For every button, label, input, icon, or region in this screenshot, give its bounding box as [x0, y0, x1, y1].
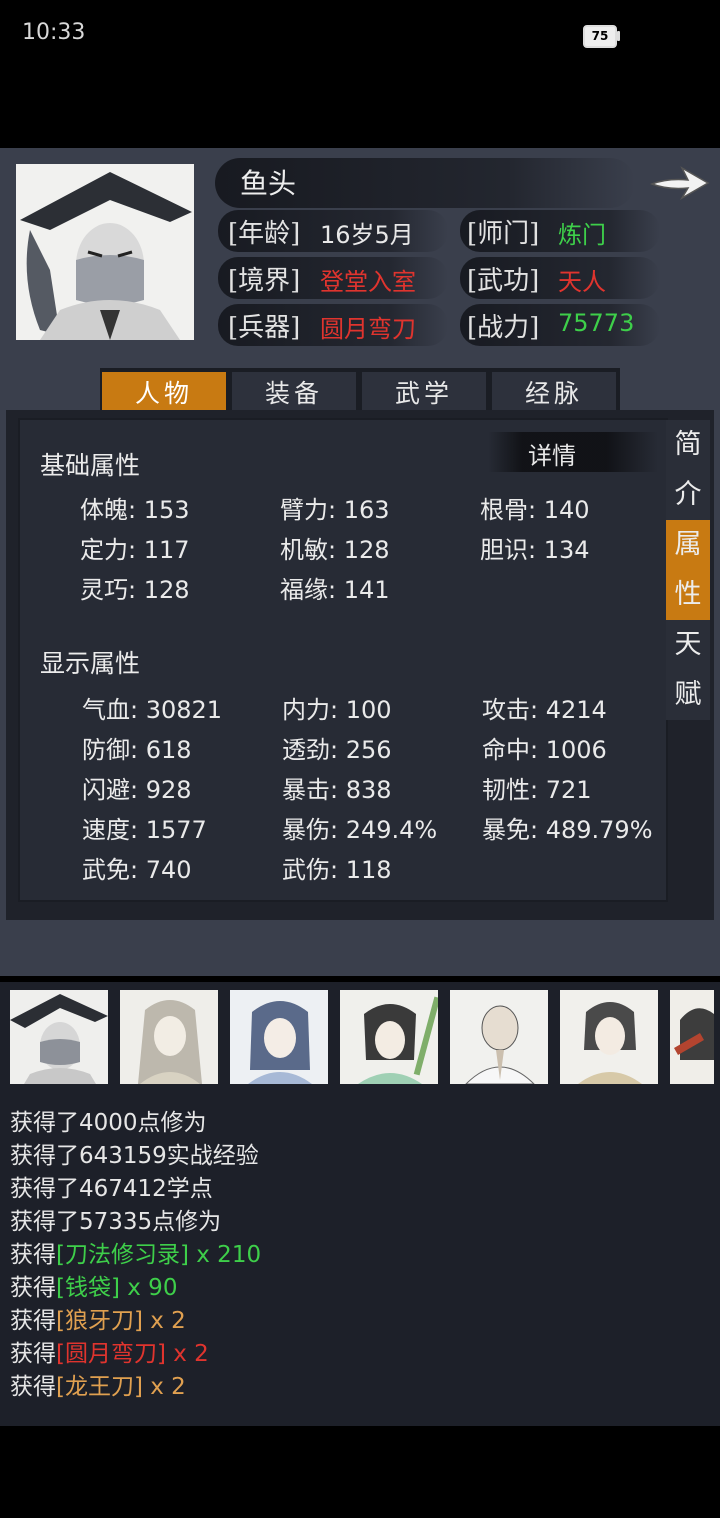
stat-penetration: 透劲: 256	[282, 736, 392, 764]
realm-label: [境界]	[228, 266, 301, 296]
character-portrait[interactable]	[10, 160, 200, 345]
party-member-5[interactable]	[450, 990, 548, 1084]
log-line: 获得了57335点修为	[10, 1209, 222, 1235]
party-member-1[interactable]	[10, 990, 108, 1084]
weapon-label: [兵器]	[228, 313, 301, 343]
portrait-image	[10, 160, 200, 345]
side-tab-talent[interactable]: 天 赋	[666, 620, 710, 720]
side-tab-intro[interactable]: 简 介	[666, 420, 710, 520]
log-prefix: 获得	[10, 1275, 56, 1301]
battery-tip	[617, 31, 620, 41]
log-item: [钱袋] x 90	[56, 1275, 178, 1301]
log-item: [龙王刀] x 2	[56, 1374, 186, 1400]
party-member-6[interactable]	[560, 990, 658, 1084]
display-attributes-title: 显示属性	[40, 649, 141, 678]
log-prefix: 获得	[10, 1341, 56, 1367]
log-item: [狼牙刀] x 2	[56, 1308, 186, 1334]
avatar	[670, 990, 714, 1084]
character-name: 鱼头	[240, 167, 297, 200]
stat-attack: 攻击: 4214	[482, 696, 607, 724]
battery-icon: 75	[583, 25, 617, 48]
stat-physique: 体魄: 153	[80, 496, 190, 524]
stat-crit: 暴击: 838	[282, 776, 392, 804]
avatar	[230, 990, 328, 1084]
side-tab-attributes-char2: 性	[674, 579, 702, 610]
log-line: 获得了4000点修为	[10, 1110, 207, 1136]
stat-bone: 根骨: 140	[480, 496, 590, 524]
stat-hp: 气血: 30821	[82, 696, 223, 724]
stat-martial-damage: 武伤: 118	[282, 856, 392, 884]
martial-value: 天人	[558, 268, 606, 296]
avatar	[450, 990, 548, 1084]
log-item: [圆月弯刀] x 2	[56, 1341, 209, 1367]
log-line: 获得[钱袋] x 90	[10, 1268, 177, 1302]
side-tab-talent-char1: 天	[674, 629, 702, 660]
stat-accuracy: 命中: 1006	[482, 736, 607, 764]
stat-courage: 胆识: 134	[480, 536, 590, 564]
side-tab-talent-char2: 赋	[674, 679, 702, 710]
log-line: 获得了467412学点	[10, 1176, 213, 1202]
avatar	[120, 990, 218, 1084]
stat-inner-power: 内力: 100	[282, 696, 392, 724]
log-line: 获得[刀法修习录] x 210	[10, 1235, 261, 1269]
stat-crit-damage: 暴伤: 249.4%	[282, 816, 438, 844]
martial-label: [武功]	[467, 266, 540, 296]
stat-speed: 速度: 1577	[82, 816, 207, 844]
side-tab-attributes-char1: 属	[674, 529, 702, 560]
stat-dexterity: 灵巧: 128	[80, 576, 190, 604]
details-button[interactable]: 详情	[528, 436, 576, 471]
side-tab-attributes[interactable]: 属 性	[666, 520, 710, 620]
stat-martial-resist: 武免: 740	[82, 856, 192, 884]
log-line: 获得[龙王刀] x 2	[10, 1367, 186, 1401]
next-arrow-icon[interactable]	[648, 162, 712, 204]
power-value: 75773	[558, 309, 635, 337]
party-member-7[interactable]	[670, 990, 714, 1084]
avatar	[340, 990, 438, 1084]
age-label: [年龄]	[228, 219, 301, 249]
power-label: [战力]	[467, 313, 540, 343]
status-bar	[0, 0, 720, 148]
log-prefix: 获得	[10, 1242, 56, 1268]
age-value: 16岁5月	[320, 221, 414, 249]
log-line: 获得[狼牙刀] x 2	[10, 1301, 186, 1335]
sect-label: [师门]	[467, 219, 540, 249]
stat-composure: 定力: 117	[80, 536, 190, 564]
stat-fortune: 福缘: 141	[280, 576, 390, 604]
side-tab-intro-char1: 简	[674, 429, 702, 460]
log-line: 获得了643159实战经验	[10, 1143, 259, 1169]
stat-defense: 防御: 618	[82, 736, 192, 764]
bottom-bar	[0, 1426, 720, 1518]
party-member-3[interactable]	[230, 990, 328, 1084]
log-prefix: 获得	[10, 1308, 56, 1334]
party-member-4[interactable]	[340, 990, 438, 1084]
stat-arm-strength: 臂力: 163	[280, 496, 390, 524]
stat-crit-resist: 暴免: 489.79%	[482, 816, 653, 844]
log-prefix: 获得	[10, 1374, 56, 1400]
stat-dodge: 闪避: 928	[82, 776, 192, 804]
sect-value: 炼门	[558, 221, 606, 249]
avatar	[560, 990, 658, 1084]
log-item: [刀法修习录] x 210	[56, 1242, 262, 1268]
clock: 10:33	[22, 20, 86, 45]
stat-toughness: 韧性: 721	[482, 776, 592, 804]
base-attributes-title: 基础属性	[40, 451, 141, 480]
avatar	[10, 990, 108, 1084]
log-line: 获得[圆月弯刀] x 2	[10, 1334, 209, 1368]
realm-value: 登堂入室	[320, 268, 416, 296]
side-tab-intro-char2: 介	[674, 479, 702, 510]
party-member-2[interactable]	[120, 990, 218, 1084]
weapon-value: 圆月弯刀	[320, 315, 416, 343]
stat-agility: 机敏: 128	[280, 536, 390, 564]
